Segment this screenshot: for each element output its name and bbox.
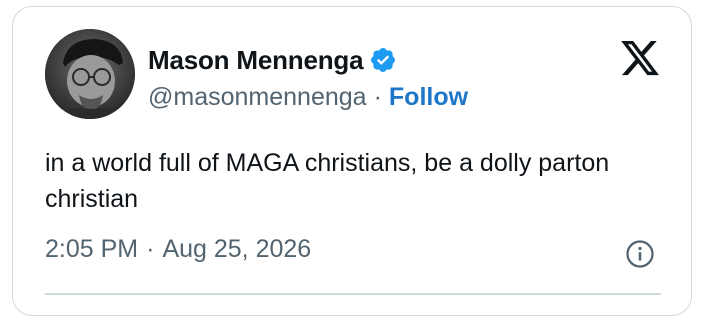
- avatar-photo: [45, 29, 135, 119]
- tweet-text: in a world full of MAGA christians, be a…: [45, 149, 610, 213]
- tweet-time[interactable]: 2:05 PM: [45, 235, 138, 264]
- handle-separator: ·: [373, 83, 382, 111]
- x-logo-icon[interactable]: [619, 37, 661, 79]
- verified-badge-icon: [371, 48, 396, 72]
- divider: [45, 293, 661, 295]
- author-display-name[interactable]: Mason Mennenga: [148, 45, 364, 76]
- meta-separator: ·: [146, 235, 155, 263]
- author-name-row: Mason Mennenga: [148, 43, 397, 77]
- tweet-card[interactable]: Mason Mennenga @masonmennenga · Follow i…: [12, 6, 692, 316]
- author-handle-row: @masonmennenga · Follow: [148, 83, 468, 112]
- tweet-meta: 2:05 PM · Aug 25, 2026: [45, 235, 311, 264]
- author-handle[interactable]: @masonmennenga: [148, 83, 367, 112]
- tweet-date[interactable]: Aug 25, 2026: [162, 235, 311, 264]
- follow-button[interactable]: Follow: [389, 83, 468, 112]
- info-icon[interactable]: [625, 239, 655, 269]
- avatar[interactable]: [45, 29, 135, 119]
